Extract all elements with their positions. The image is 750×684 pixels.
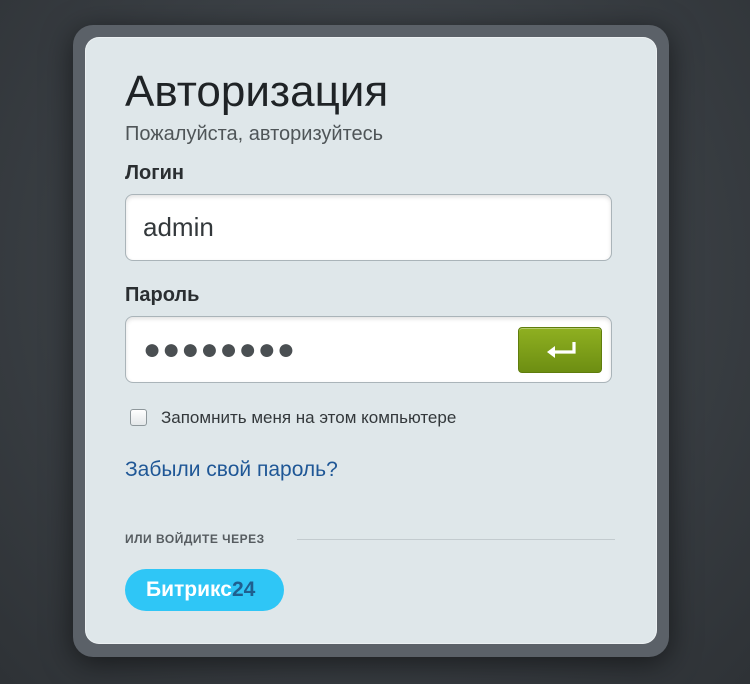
enter-return-icon xyxy=(547,342,576,358)
remember-me-checkbox[interactable] xyxy=(130,409,147,426)
password-label: Пароль xyxy=(125,284,200,306)
forgot-password-link[interactable]: Забыли свой пароль? xyxy=(125,457,338,483)
login-input[interactable] xyxy=(143,195,583,260)
bitrix24-logo-word: Битрикс xyxy=(146,578,232,601)
submit-button[interactable] xyxy=(518,327,602,373)
password-masked-value: ●●●●●●●● xyxy=(143,333,296,366)
page-subtitle: Пожалуйста, авторизуйтесь xyxy=(125,123,384,145)
divider-line xyxy=(297,539,615,540)
password-field[interactable]: ●●●●●●●● xyxy=(125,316,612,383)
alt-login-caption: ИЛИ ВОЙДИТЕ ЧЕРЕЗ xyxy=(125,532,265,546)
page-title: Авторизация xyxy=(125,67,389,116)
login-field-box xyxy=(125,194,612,261)
login-label: Логин xyxy=(125,162,184,184)
alt-login-divider: ИЛИ ВОЙДИТЕ ЧЕРЕЗ xyxy=(125,531,615,547)
bitrix24-login-button[interactable]: Битрикс24 xyxy=(125,569,284,611)
login-frame: Авторизация Пожалуйста, авторизуйтесь Ло… xyxy=(73,25,669,657)
remember-me-label[interactable]: Запомнить меня на этом компьютере xyxy=(161,407,456,429)
login-card: Авторизация Пожалуйста, авторизуйтесь Ло… xyxy=(85,37,657,644)
bitrix24-logo: Битрикс24 xyxy=(146,569,255,611)
bitrix24-logo-number: 24 xyxy=(231,578,256,601)
